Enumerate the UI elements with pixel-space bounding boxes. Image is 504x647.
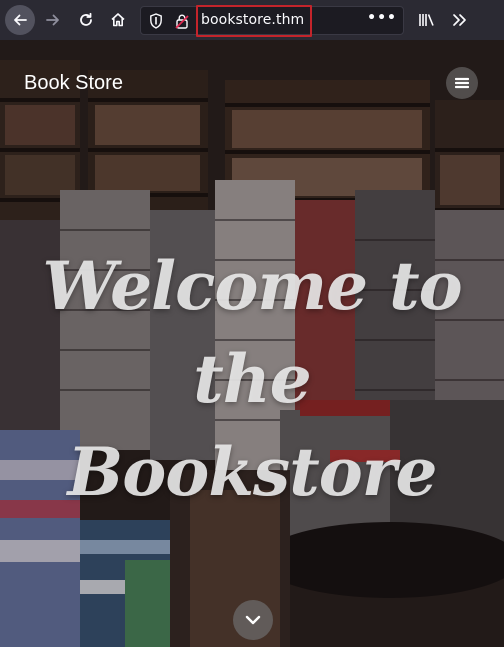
- hamburger-menu-icon: [455, 77, 469, 89]
- home-icon: [111, 13, 125, 27]
- library-button[interactable]: [412, 5, 442, 35]
- insecure-lock-icon[interactable]: [175, 13, 189, 29]
- hero-line-3: Bookstore: [67, 433, 438, 511]
- hero-heading: Welcome to the Bookstore: [20, 240, 484, 519]
- forward-button[interactable]: [38, 5, 68, 35]
- reload-icon: [80, 12, 92, 26]
- hero-line-1: Welcome to: [42, 247, 462, 325]
- url-text[interactable]: bookstore.thm: [201, 12, 304, 28]
- reload-button[interactable]: [71, 5, 101, 35]
- page-actions-button[interactable]: •••: [367, 10, 397, 26]
- menu-toggle-button[interactable]: [446, 67, 478, 99]
- home-button[interactable]: [103, 5, 133, 35]
- library-icon: [419, 14, 434, 26]
- page-viewport: Book Store Welcome to the Bookstore: [0, 40, 504, 647]
- scroll-down-button[interactable]: [233, 600, 273, 640]
- site-brand[interactable]: Book Store: [24, 72, 123, 95]
- forward-arrow-icon: [46, 14, 59, 26]
- overflow-menu-button[interactable]: [444, 5, 474, 35]
- chevron-down-icon: [245, 615, 261, 625]
- browser-toolbar: bookstore.thm •••: [0, 0, 504, 40]
- shield-icon[interactable]: [149, 13, 163, 29]
- hero-line-2: the: [193, 340, 311, 418]
- overflow-chevrons-icon: [453, 14, 466, 26]
- back-arrow-icon: [14, 14, 27, 26]
- back-button[interactable]: [5, 5, 35, 35]
- url-bar[interactable]: bookstore.thm •••: [140, 5, 404, 37]
